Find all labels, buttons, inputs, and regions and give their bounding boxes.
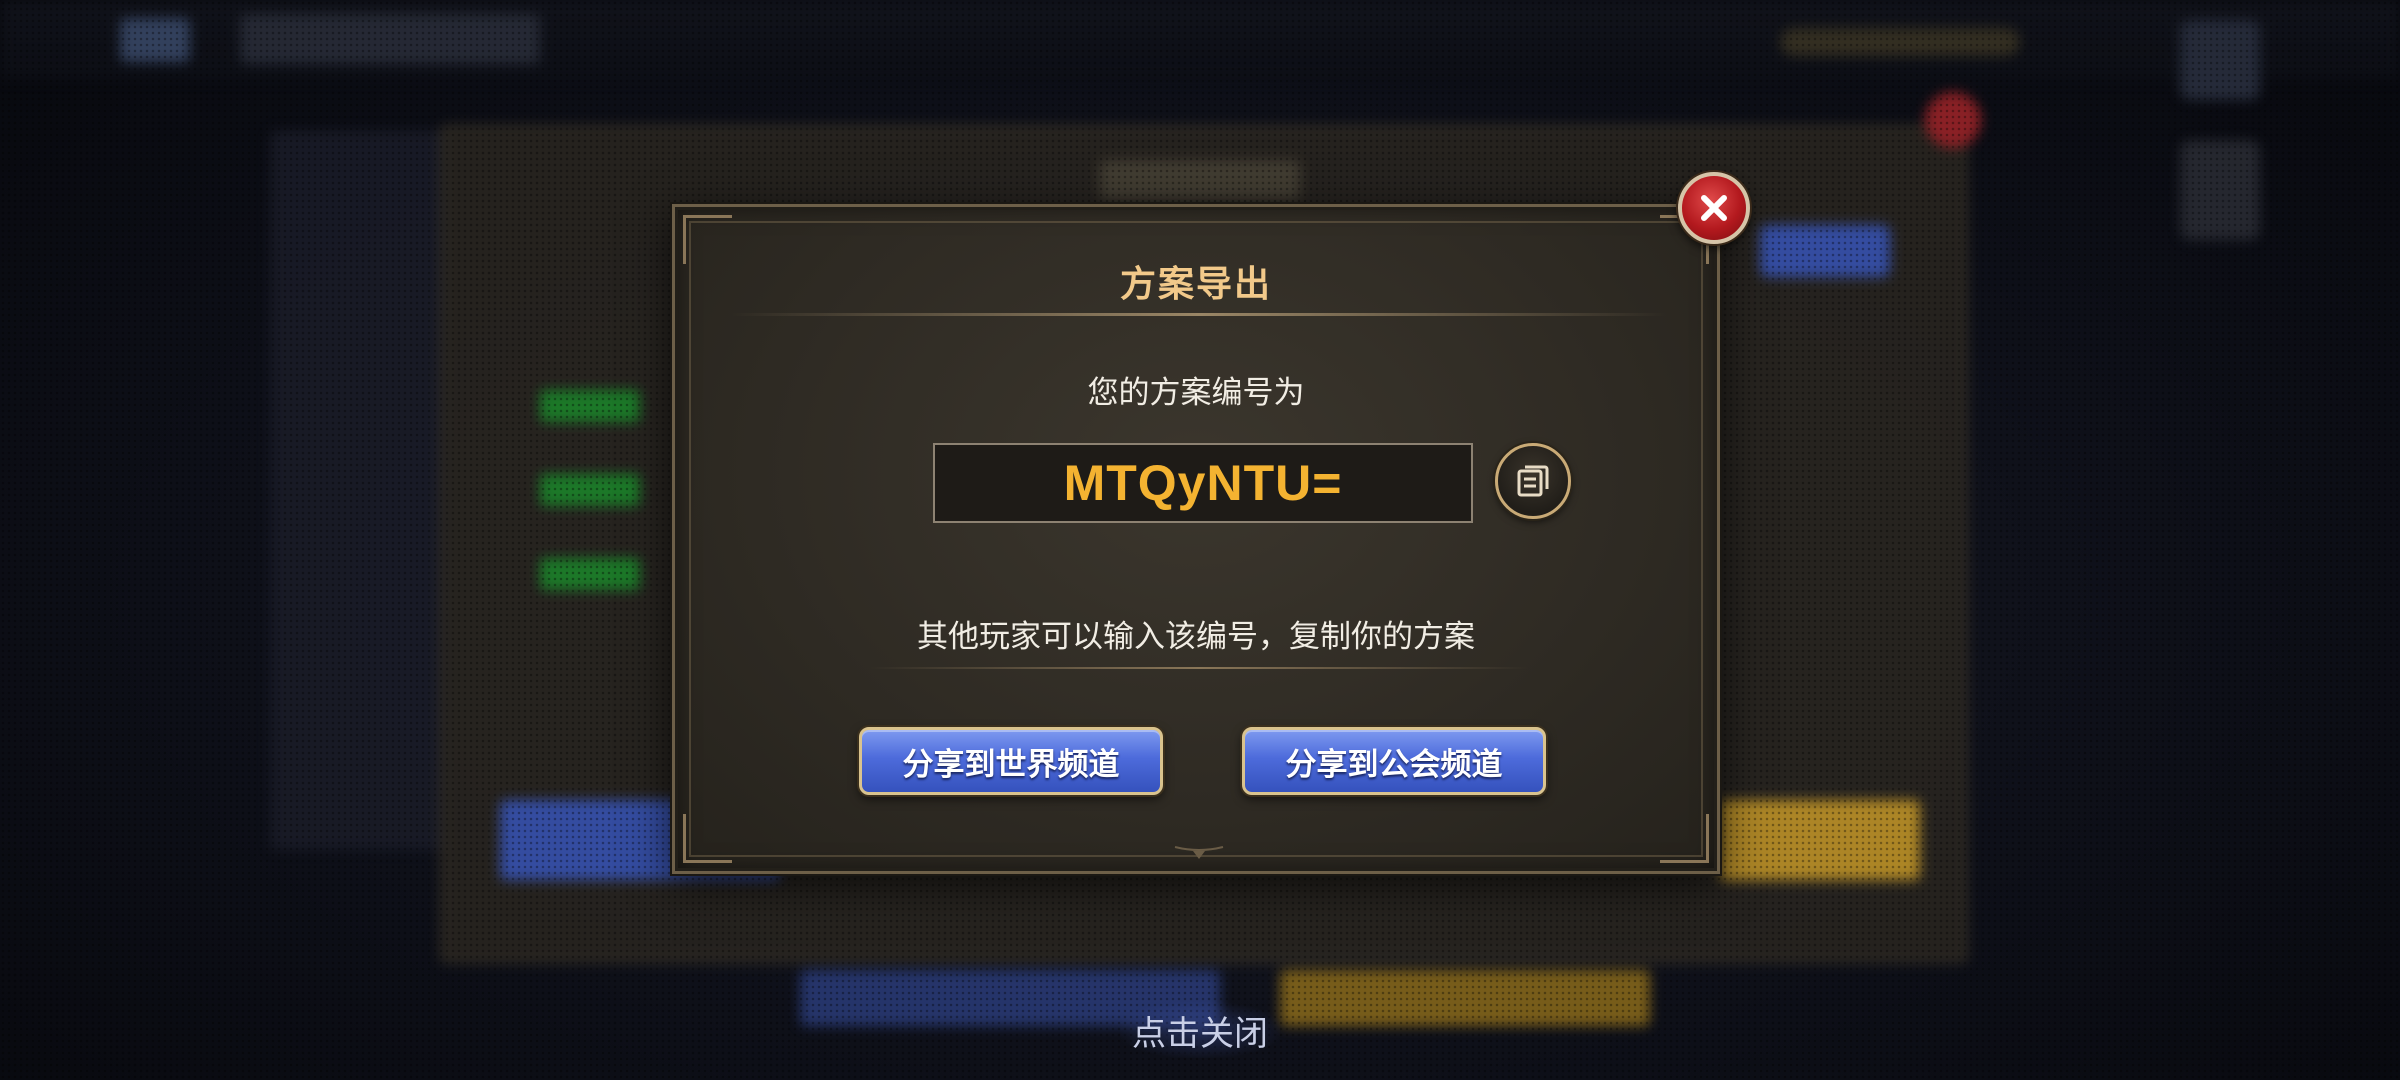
copy-button[interactable] [1495,443,1571,519]
bottom-ornament-icon [1174,846,1224,859]
copy-icon [1517,465,1549,497]
corner-ornament [1660,814,1709,863]
info-divider [869,667,1529,669]
corner-ornament [683,814,732,863]
tap-to-close-label[interactable]: 点击关闭 [1120,1002,1280,1058]
share-hint-text: 其他玩家可以输入该编号，复制你的方案 [917,619,1475,655]
dialog-title: 方案导出 [1119,264,1272,305]
plan-code-field[interactable]: MTQyNTU= [933,443,1473,523]
close-dialog-button[interactable] [1678,172,1750,244]
export-plan-dialog: 方案导出 您的方案编号为 MTQyNTU= 其他玩家可以输入该编号，复制你的方案… [672,204,1720,874]
code-label: 您的方案编号为 [1087,375,1305,411]
share-guild-channel-button[interactable]: 分享到公会频道 [1242,727,1546,795]
close-icon [1701,195,1727,221]
plan-code-value: MTQyNTU= [1063,455,1343,511]
game-screen: 方案导出 您的方案编号为 MTQyNTU= 其他玩家可以输入该编号，复制你的方案… [0,0,2400,1080]
title-divider [731,313,1667,316]
share-world-channel-button[interactable]: 分享到世界频道 [859,727,1163,795]
